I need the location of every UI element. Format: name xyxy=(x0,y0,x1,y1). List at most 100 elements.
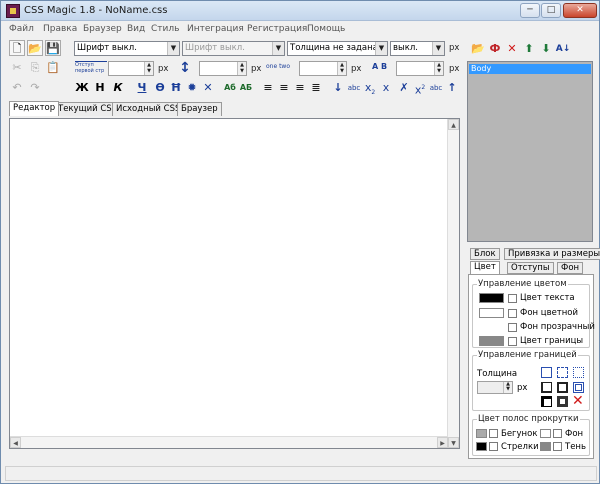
bold-button[interactable]: Ж xyxy=(74,80,90,96)
border-solid-icon[interactable] xyxy=(541,367,552,378)
menu-integration[interactable]: Интеграция xyxy=(187,24,244,34)
font-weight-combo[interactable]: Толщина не задана ▼ xyxy=(287,41,388,56)
word-spacing-icon[interactable]: one two xyxy=(266,63,290,70)
minimize-button[interactable]: ─ xyxy=(520,3,540,18)
align-justify-icon[interactable]: ≣ xyxy=(308,80,324,96)
thickness-input[interactable]: ▲ ▼ xyxy=(477,381,513,394)
add-selector-icon[interactable]: 📂 xyxy=(470,41,486,57)
scroll-up-icon[interactable]: ▲ xyxy=(448,119,459,130)
italic-button[interactable]: К xyxy=(110,80,126,96)
text-color-swatch[interactable] xyxy=(479,293,504,303)
align-center-icon[interactable]: ≡ xyxy=(276,80,292,96)
letter-spacing-icon[interactable]: A B xyxy=(372,62,387,71)
split-selector-icon[interactable]: Ф xyxy=(487,41,503,57)
close-button[interactable]: ✕ xyxy=(563,3,597,18)
tab-margins[interactable]: Отступы xyxy=(507,262,554,274)
font-family-combo[interactable]: Шрифт выкл. ▼ xyxy=(74,41,180,56)
selector-list[interactable]: Body xyxy=(467,61,593,242)
text-color-checkbox[interactable] xyxy=(508,294,517,303)
font-size-combo[interactable]: выкл. ▼ xyxy=(390,41,445,56)
redo-icon[interactable]: ↷ xyxy=(27,80,43,96)
no-decoration-icon[interactable]: ✕ xyxy=(200,80,216,96)
css-editor[interactable]: ▲ ▼ ◀ ▶ xyxy=(9,118,460,449)
tab-browser[interactable]: Браузер xyxy=(177,102,222,116)
thumb-color-swatch[interactable] xyxy=(476,429,487,438)
tab-block[interactable]: Блок xyxy=(470,248,500,260)
text-x-icon[interactable]: x xyxy=(378,80,394,96)
border-color-checkbox[interactable] xyxy=(508,337,517,346)
arrow-color-checkbox[interactable] xyxy=(489,442,498,451)
move-up-icon[interactable]: ⬆ xyxy=(521,41,537,57)
scroll-right-icon[interactable]: ▶ xyxy=(437,437,448,448)
blink-icon[interactable]: ✹ xyxy=(184,80,200,96)
menu-help[interactable]: Помощь xyxy=(307,24,345,34)
editor-vertical-scrollbar[interactable]: ▲ ▼ xyxy=(447,119,459,448)
border-dashed-icon[interactable] xyxy=(557,367,568,378)
font-family-2-combo[interactable]: Шрифт выкл. ▼ xyxy=(182,41,285,56)
delete-selector-icon[interactable]: ✕ xyxy=(504,41,520,57)
undo-icon[interactable]: ↶ xyxy=(9,80,25,96)
subscript-button[interactable]: x2 xyxy=(362,80,378,96)
thumb-color-checkbox[interactable] xyxy=(489,429,498,438)
scroll-down-icon[interactable]: ▼ xyxy=(448,437,459,448)
border-groove-icon[interactable] xyxy=(557,396,568,407)
menu-browser[interactable]: Браузер xyxy=(83,24,122,34)
editor-horizontal-scrollbar[interactable]: ◀ ▶ xyxy=(10,436,448,448)
track-color-swatch[interactable] xyxy=(540,429,551,438)
tab-editor[interactable]: Редактор xyxy=(9,101,60,116)
text-top-icon[interactable]: abc xyxy=(428,80,444,96)
capitalize-button[interactable]: Аб xyxy=(222,80,238,96)
cancel-sub-icon[interactable]: ✗ xyxy=(396,80,412,96)
cut-icon[interactable]: ✂ xyxy=(9,60,25,76)
border-inset-icon[interactable] xyxy=(541,382,552,393)
paste-icon[interactable]: 📋 xyxy=(45,60,61,76)
word-spacing-input[interactable]: ▲ ▼ xyxy=(299,61,347,76)
shadow-color-checkbox[interactable] xyxy=(553,442,562,451)
copy-icon[interactable]: ⎘ xyxy=(27,60,43,76)
letter-spacing-input[interactable]: ▲ ▼ xyxy=(396,61,444,76)
overline-button[interactable]: Ħ xyxy=(168,80,184,96)
track-color-checkbox[interactable] xyxy=(553,429,562,438)
border-ridge-icon[interactable] xyxy=(557,382,568,393)
menu-edit[interactable]: Правка xyxy=(43,24,77,34)
border-double-icon[interactable] xyxy=(573,382,584,393)
menu-registration[interactable]: Регистрация xyxy=(247,24,307,34)
line-height-icon[interactable]: ↕ xyxy=(177,60,193,76)
border-dotted-icon[interactable] xyxy=(573,367,584,378)
bg-color-swatch[interactable] xyxy=(479,308,504,318)
shadow-color-swatch[interactable] xyxy=(540,442,551,451)
align-right-icon[interactable]: ≡ xyxy=(292,80,308,96)
strikethrough-button[interactable]: Ө xyxy=(152,80,168,96)
line-height-input[interactable]: ▲ ▼ xyxy=(199,61,247,76)
new-file-icon[interactable]: 🗋 xyxy=(9,40,25,56)
tab-source-css[interactable]: Исходный CSS xyxy=(112,102,185,116)
save-icon[interactable]: 💾 xyxy=(45,40,61,56)
menu-style[interactable]: Стиль xyxy=(151,24,179,34)
arrow-color-swatch[interactable] xyxy=(476,442,487,451)
tab-color[interactable]: Цвет xyxy=(470,261,500,275)
border-none-icon[interactable]: ✕ xyxy=(572,393,584,409)
align-left-icon[interactable]: ≡ xyxy=(260,80,276,96)
border-outset-icon[interactable] xyxy=(541,396,552,407)
normal-weight-button[interactable]: H xyxy=(92,80,108,96)
selector-item-body[interactable]: Body xyxy=(469,64,591,74)
arrow-down-icon[interactable]: ↓ xyxy=(330,80,346,96)
transparent-bg-checkbox[interactable] xyxy=(508,323,517,332)
bg-color-checkbox[interactable] xyxy=(508,309,517,318)
sort-az-icon[interactable]: A↓ xyxy=(555,41,571,57)
menu-file[interactable]: Файл xyxy=(9,24,34,34)
baseline-icon[interactable]: abc xyxy=(346,80,362,96)
superscript-button[interactable]: x2 xyxy=(412,80,428,97)
arrow-up-icon[interactable]: ↑ xyxy=(444,80,460,96)
border-color-swatch[interactable] xyxy=(479,336,504,346)
move-down-icon[interactable]: ⬇ xyxy=(538,41,554,57)
menu-view[interactable]: Вид xyxy=(127,24,145,34)
text-indent-icon[interactable]: Отступ первой стр xyxy=(75,61,107,75)
maximize-button[interactable]: □ xyxy=(541,3,561,18)
tab-position-size[interactable]: Привязка и размеры xyxy=(504,248,600,260)
underline-button[interactable]: Ч xyxy=(134,80,150,96)
scroll-left-icon[interactable]: ◀ xyxy=(10,437,21,448)
text-indent-input[interactable]: ▲ ▼ xyxy=(108,61,154,76)
tab-background[interactable]: Фон xyxy=(557,262,584,274)
open-folder-icon[interactable]: 📂 xyxy=(27,40,43,56)
